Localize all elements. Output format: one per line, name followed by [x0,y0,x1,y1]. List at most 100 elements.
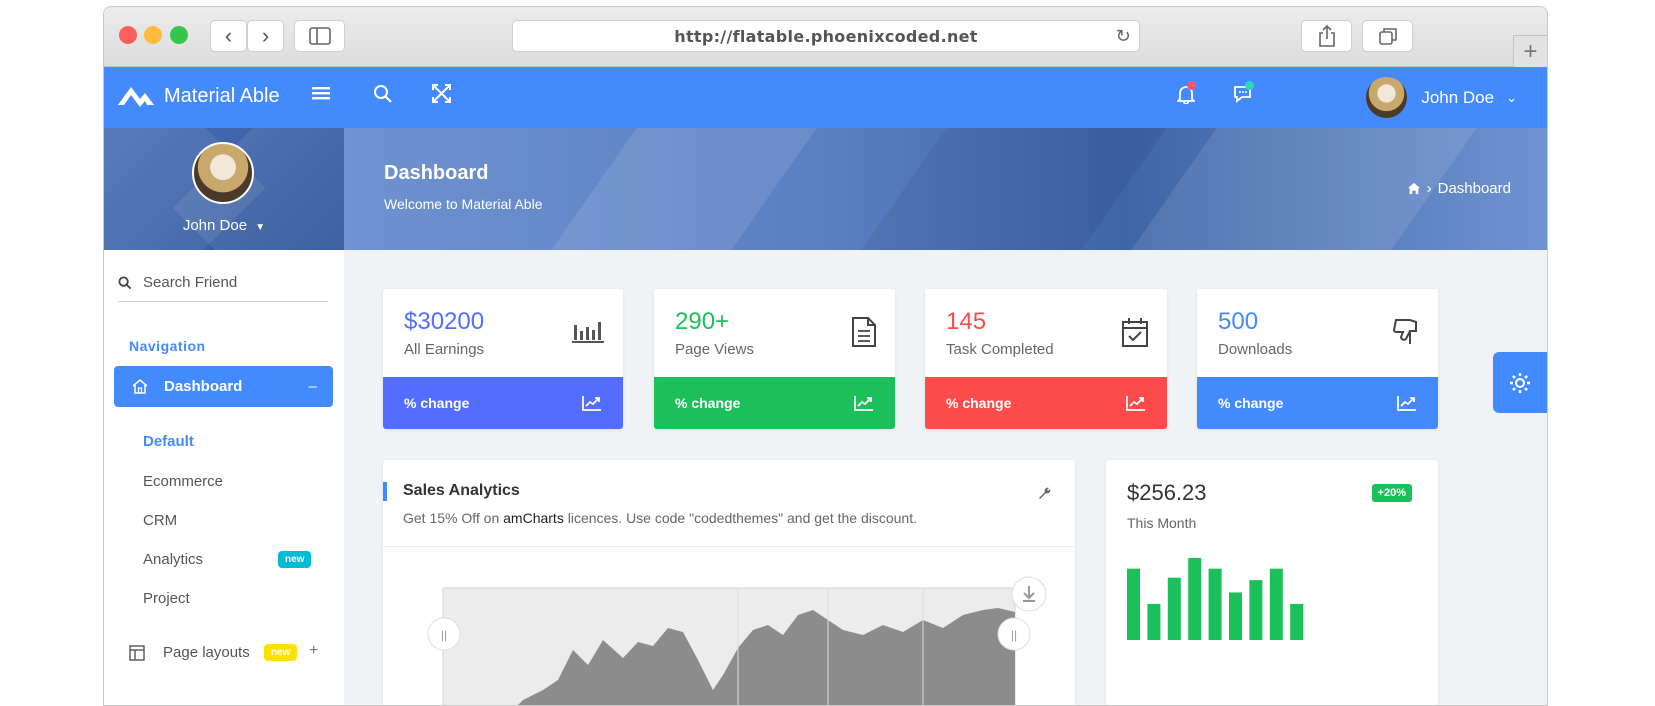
sidebar-item-page-layouts[interactable]: Page layouts [129,644,250,661]
month-value: $256.23 [1127,480,1207,505]
stat-label: Task Completed [946,341,1054,358]
url-text: http://flatable.phoenixcoded.net [674,26,978,46]
share-button[interactable] [1301,20,1352,52]
month-bar [1167,577,1181,640]
month-bar [1290,603,1304,640]
brand-logo[interactable]: Material Able [118,83,280,109]
search-button[interactable] [373,84,393,110]
fullscreen-button[interactable] [432,84,451,109]
tabs-button[interactable] [1362,20,1413,52]
document-icon [852,317,876,347]
month-bar [1147,603,1161,640]
month-bar-chart [1127,558,1304,640]
stat-footer-label: % change [946,395,1012,411]
message-badge-dot [1245,81,1254,90]
search-friend-field[interactable]: Search Friend [118,274,328,302]
decorative-shape [861,128,1167,250]
close-window-button[interactable] [119,26,137,44]
search-icon [374,85,392,103]
reload-icon[interactable]: ↻ [1116,26,1131,47]
sidebar-subitem-project[interactable]: Project [143,590,190,607]
stat-value: 145 [946,308,987,335]
caret-down-icon: ▼ [255,222,266,233]
calendar-check-icon [1122,318,1148,347]
sales-analytics-card: Sales Analytics Get 15% Off on amCharts … [383,460,1075,705]
messages-button[interactable] [1233,81,1255,110]
maximize-window-button[interactable] [170,26,188,44]
brand-name: Material Able [164,84,280,107]
notification-badge-dot [1187,81,1196,90]
page-subtitle: Welcome to Material Able [384,196,543,212]
trend-up-icon [1397,396,1416,411]
plus-icon: + [1523,37,1538,65]
stat-value: 290+ [675,308,730,335]
sidebar-user-toggle[interactable]: John Doe ▼ [104,217,344,234]
card-title: Sales Analytics [403,482,520,499]
sidebar-icon [308,27,331,45]
share-icon [1318,25,1335,47]
stat-footer: % change [1197,377,1438,429]
sidebar-subitem-default[interactable]: Default [143,433,194,450]
minimize-window-button[interactable] [144,26,162,44]
month-bar [1208,568,1222,640]
sidebar-user-name: John Doe [182,217,248,234]
layout-icon [129,644,145,661]
main-content: $30200 All Earnings % change 290+ Page V… [344,250,1547,705]
sidebar-subitem-ecommerce[interactable]: Ecommerce [143,473,223,490]
sidebar-item-dashboard[interactable]: Dashboard – [114,366,333,407]
stat-card-downloads: 500 Downloads % change [1197,289,1438,429]
stat-card-page-views: 290+ Page Views % change [654,289,895,429]
wrench-icon[interactable] [1037,486,1051,500]
grip-icon: || [441,628,447,642]
month-bar [1127,568,1140,640]
settings-panel-toggle[interactable] [1493,352,1547,413]
stat-footer: % change [654,377,895,429]
month-bar [1249,580,1263,640]
growth-badge: +20% [1371,484,1412,502]
trend-up-icon [582,396,601,411]
sidebar: John Doe ▼ Search Friend Navigation Dash… [104,128,344,705]
grip-icon: || [1011,628,1017,642]
sidebar-subitem-crm[interactable]: CRM [143,512,177,529]
sidebar-avatar[interactable] [192,142,254,204]
back-button[interactable]: ‹ [210,20,247,52]
chevron-right-icon: › [261,23,270,48]
new-tab-button[interactable]: + [1513,35,1547,67]
amcharts-link[interactable]: amCharts [503,510,564,526]
trend-up-icon [1126,396,1145,411]
home-icon[interactable] [1407,182,1421,195]
page-title: Dashboard [384,162,489,184]
bar-chart-icon [572,322,604,343]
avatar [1366,77,1408,118]
stat-value: 500 [1218,308,1259,335]
menu-toggle-button[interactable] [312,84,330,107]
breadcrumb-separator: › [1426,180,1432,197]
stat-footer: % change [925,377,1167,429]
this-month-card: $256.23 +20% This Month [1106,460,1438,705]
chevron-left-icon: ‹ [224,23,233,48]
decorative-shape [551,128,817,250]
card-accent-bar [383,482,387,501]
notifications-button[interactable] [1175,81,1197,110]
stat-footer-label: % change [675,395,741,411]
user-menu[interactable]: John Doe ⌄ [1366,77,1517,118]
thumbs-down-icon [1392,319,1417,344]
forward-button[interactable]: › [247,20,284,52]
nav-section-title: Navigation [129,338,206,354]
gear-icon [1510,372,1530,393]
chevron-down-icon: ⌄ [1506,89,1517,105]
new-badge: new [264,644,298,661]
sidebar-profile: John Doe ▼ [104,128,344,250]
expand-icon[interactable]: + [309,642,318,660]
divider [383,546,1075,547]
browser-toolbar: ‹ › http://flatable.phoenixcoded.net ↻ + [104,7,1547,67]
stat-value: $30200 [404,308,485,335]
search-icon [118,275,132,289]
address-bar[interactable]: http://flatable.phoenixcoded.net ↻ [512,20,1140,52]
sales-chart: || || [427,576,1047,705]
sidebar-item-label: Dashboard [164,378,243,395]
stat-label: Page Views [675,341,754,358]
sidebar-subitem-analytics[interactable]: Analytics [143,551,203,568]
breadcrumb-current[interactable]: Dashboard [1438,180,1511,197]
sidebar-toggle-button[interactable] [294,20,345,52]
